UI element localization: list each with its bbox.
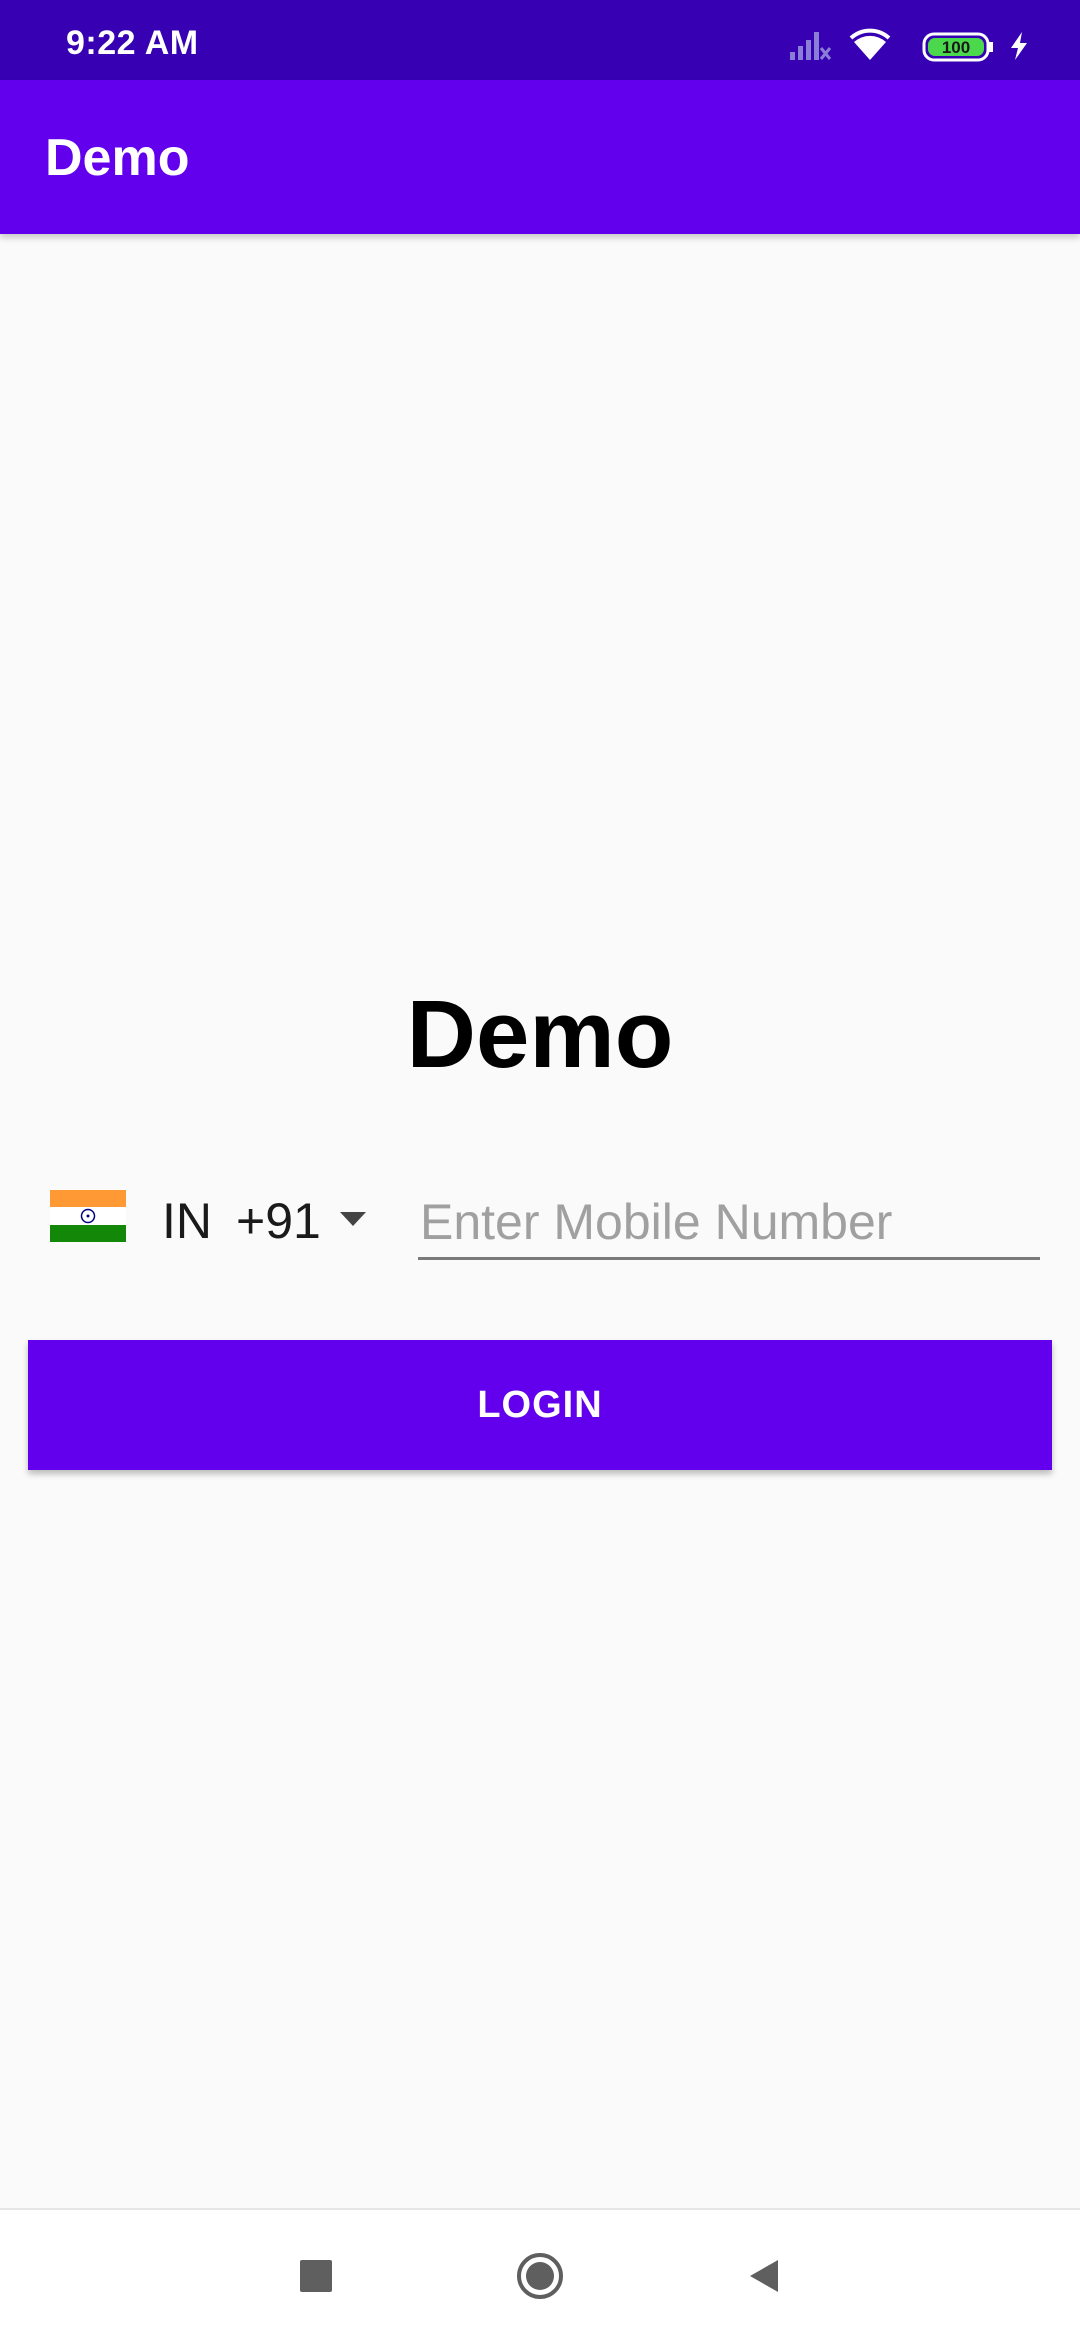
status-bar: 9:22 AM 100 xyxy=(0,0,1080,80)
wifi-icon xyxy=(849,28,891,60)
status-time: 9:22 AM xyxy=(66,24,199,62)
country-code-picker[interactable]: IN +91 xyxy=(50,1180,380,1260)
battery-icon: 100 xyxy=(922,32,993,62)
charging-icon xyxy=(1011,32,1027,60)
india-flag-icon xyxy=(50,1190,126,1242)
home-icon xyxy=(517,2253,563,2299)
country-code-label: IN xyxy=(162,1193,212,1249)
signal-icon xyxy=(790,32,832,60)
back-icon xyxy=(750,2260,778,2292)
back-button[interactable] xyxy=(704,2210,824,2340)
dropdown-arrow-icon xyxy=(340,1212,366,1226)
recents-icon xyxy=(300,2260,332,2292)
page-title: Demo xyxy=(406,981,674,1088)
login-button[interactable]: LOGIN xyxy=(28,1340,1052,1470)
screen: 9:22 AM 100 Demo Demo IN +91 Enter Mobil… xyxy=(0,0,1080,2340)
mobile-number-input[interactable] xyxy=(418,1186,1040,1260)
dial-code-label: +91 xyxy=(236,1193,321,1249)
system-nav-bar xyxy=(0,2208,1080,2340)
app-bar: Demo xyxy=(0,80,1080,234)
app-bar-title: Demo xyxy=(45,129,190,187)
recents-button[interactable] xyxy=(256,2210,376,2340)
svg-text:100: 100 xyxy=(942,38,970,57)
home-button[interactable] xyxy=(480,2210,600,2340)
